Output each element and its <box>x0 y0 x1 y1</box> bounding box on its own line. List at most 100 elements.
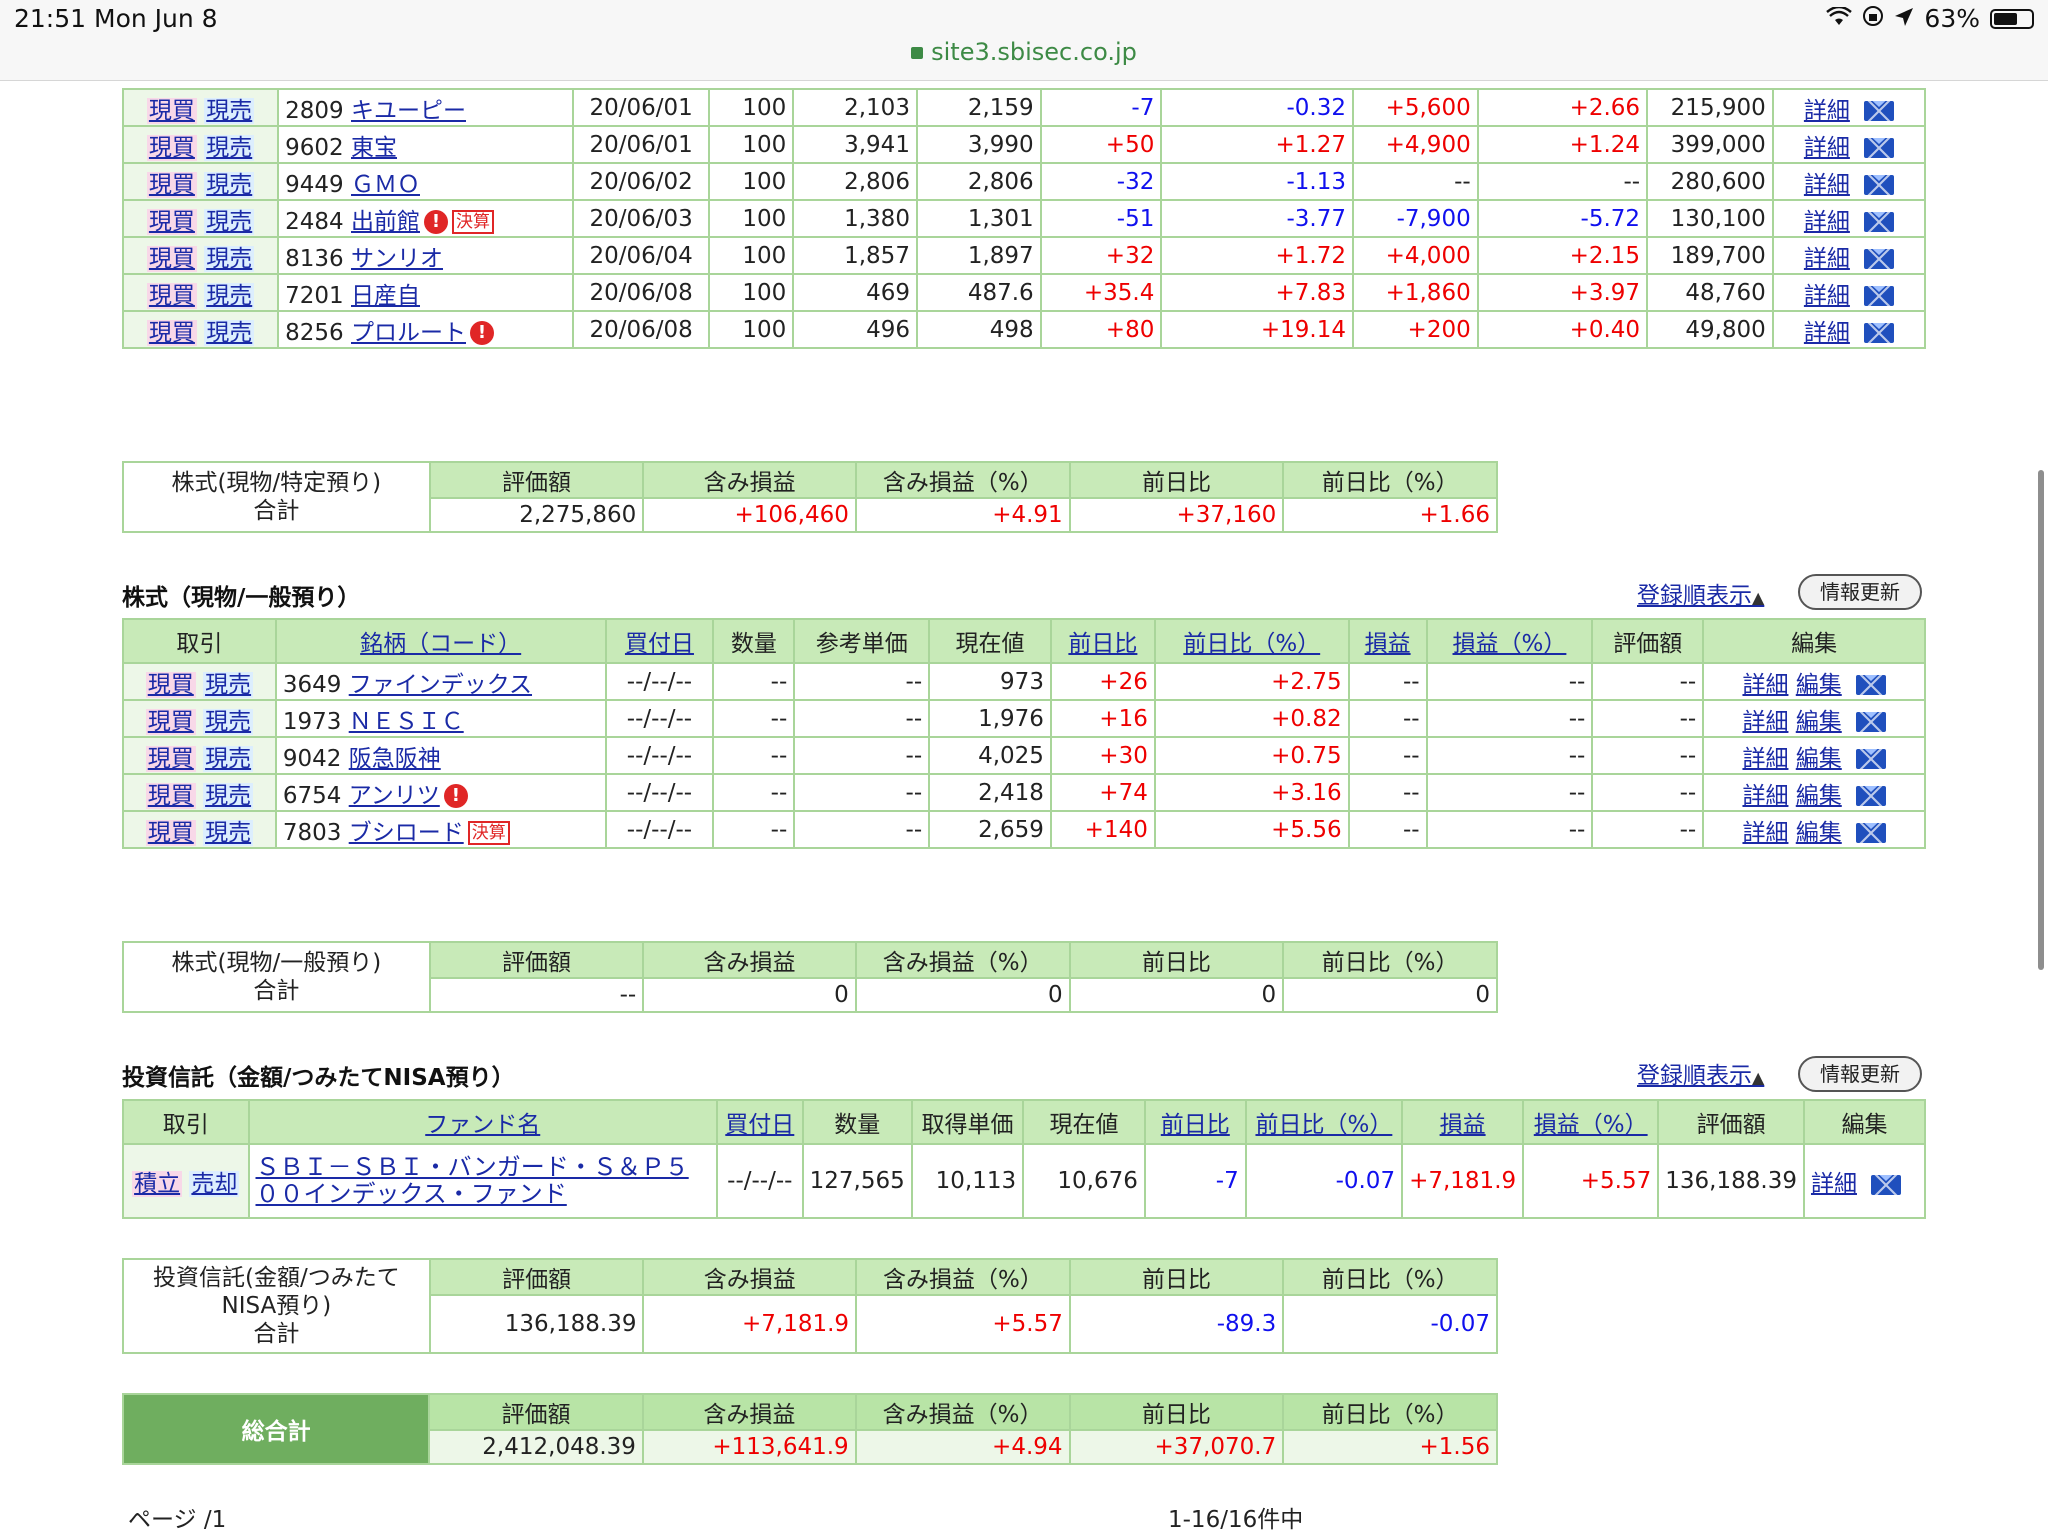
stock-name-link[interactable]: ファインデックス <box>349 672 532 698</box>
sort-order-link[interactable]: 登録順表示▲ <box>1637 576 1764 610</box>
column-header[interactable]: 前日比 <box>1049 618 1156 664</box>
detail-link[interactable]: 詳細 <box>1804 283 1850 309</box>
edit-link[interactable]: 編集 <box>1796 709 1842 735</box>
detail-link[interactable]: 詳細 <box>1804 320 1850 346</box>
buy-link[interactable]: 現買 <box>145 708 196 735</box>
mail-icon[interactable] <box>1863 175 1894 195</box>
refresh-button[interactable]: 情報更新 <box>1798 1056 1922 1092</box>
stock-name-link[interactable]: ＧＭＯ <box>351 172 420 198</box>
sort-column-link[interactable]: 前日比 <box>1068 631 1137 657</box>
alert-icon[interactable]: ! <box>424 210 448 234</box>
column-header[interactable]: 損益 <box>1401 1099 1525 1145</box>
stock-name-link[interactable]: ブシロード <box>349 820 464 846</box>
stock-name-link[interactable]: プロルート <box>351 320 466 346</box>
alert-icon[interactable]: ! <box>470 321 494 345</box>
detail-link[interactable]: 詳細 <box>1804 135 1850 161</box>
mail-icon[interactable] <box>1863 101 1894 121</box>
mail-icon[interactable] <box>1863 286 1894 306</box>
accumulate-link[interactable]: 積立 <box>132 1171 183 1197</box>
edit-link[interactable]: 編集 <box>1796 746 1842 772</box>
earnings-badge[interactable]: 決算 <box>452 210 494 234</box>
column-header[interactable]: ファンド名 <box>247 1099 718 1145</box>
sell-link[interactable]: 現売 <box>203 782 254 809</box>
sell-link[interactable]: 現売 <box>204 245 255 272</box>
sort-column-link[interactable]: 銘柄（コード） <box>360 631 521 657</box>
detail-link[interactable]: 詳細 <box>1742 820 1788 846</box>
detail-link[interactable]: 詳細 <box>1742 783 1788 809</box>
mail-icon[interactable] <box>1855 675 1886 695</box>
fund-name-link[interactable]: ＳＢＩ－ＳＢＩ・バンガード・Ｓ＆Ｐ５ ００インデックス・ファンド <box>256 1153 689 1208</box>
buy-link[interactable]: 現買 <box>145 671 196 698</box>
mail-icon[interactable] <box>1863 212 1894 232</box>
buy-link[interactable]: 現買 <box>146 319 197 346</box>
mail-icon[interactable] <box>1855 749 1886 769</box>
column-header[interactable]: 買付日 <box>604 618 715 664</box>
sell-link[interactable]: 現売 <box>204 134 255 161</box>
stock-name-link[interactable]: 阪急阪神 <box>349 746 441 772</box>
edit-link[interactable]: 編集 <box>1796 820 1842 846</box>
sell-link[interactable]: 現売 <box>204 171 255 198</box>
buy-link[interactable]: 現買 <box>146 245 197 272</box>
mail-icon[interactable] <box>1855 786 1886 806</box>
mail-icon[interactable] <box>1863 138 1894 158</box>
earnings-badge[interactable]: 決算 <box>467 821 510 845</box>
detail-link[interactable]: 詳細 <box>1742 672 1788 698</box>
detail-link[interactable]: 詳細 <box>1811 1171 1857 1197</box>
buy-link[interactable]: 現買 <box>145 745 196 772</box>
mail-icon[interactable] <box>1863 249 1894 269</box>
sell-link[interactable]: 現売 <box>204 208 255 235</box>
column-header[interactable]: 前日比（%） <box>1244 1099 1404 1145</box>
column-header[interactable]: 損益（%） <box>1522 1099 1660 1145</box>
stock-name-link[interactable]: アンリツ <box>349 783 440 809</box>
buy-link[interactable]: 現買 <box>145 819 196 846</box>
detail-link[interactable]: 詳細 <box>1804 172 1850 198</box>
sell-link[interactable]: 現売 <box>203 671 254 698</box>
detail-link[interactable]: 詳細 <box>1804 246 1850 272</box>
sort-column-link[interactable]: 買付日 <box>625 631 694 657</box>
stock-name-link[interactable]: サンリオ <box>351 246 443 272</box>
column-header[interactable]: 損益（%） <box>1425 618 1594 664</box>
detail-link[interactable]: 詳細 <box>1804 209 1850 235</box>
sort-column-link[interactable]: 前日比（%） <box>1255 1112 1392 1138</box>
sort-column-link[interactable]: 損益（%） <box>1453 631 1567 657</box>
column-header[interactable]: 銘柄（コード） <box>274 618 607 664</box>
mail-icon[interactable] <box>1870 1174 1901 1195</box>
stock-name-link[interactable]: 出前館 <box>351 209 420 235</box>
stock-name-link[interactable]: キユーピー <box>351 98 466 124</box>
buy-link[interactable]: 現買 <box>146 171 197 198</box>
sort-column-link[interactable]: 前日比（%） <box>1183 631 1320 657</box>
sort-column-link[interactable]: ファンド名 <box>425 1112 540 1138</box>
stock-name-link[interactable]: 日産自 <box>351 283 420 309</box>
stock-name-link[interactable]: ＮＥＳＩＣ <box>349 709 464 735</box>
buy-link[interactable]: 現買 <box>146 208 197 235</box>
column-header[interactable]: 前日比 <box>1143 1099 1247 1145</box>
detail-link[interactable]: 詳細 <box>1804 98 1850 124</box>
mail-icon[interactable] <box>1855 823 1886 843</box>
column-header[interactable]: 買付日 <box>715 1099 804 1145</box>
detail-link[interactable]: 詳細 <box>1742 709 1788 735</box>
sell-link[interactable]: 現売 <box>203 819 254 846</box>
column-header[interactable]: 損益 <box>1347 618 1428 664</box>
url-bar[interactable]: site3.sbisec.co.jp <box>0 38 2048 66</box>
column-header[interactable]: 前日比（%） <box>1153 618 1350 664</box>
edit-link[interactable]: 編集 <box>1796 783 1842 809</box>
sell-link[interactable]: 現売 <box>204 97 255 124</box>
scroll-indicator[interactable] <box>2038 470 2044 970</box>
sell-link[interactable]: 現売 <box>204 282 255 309</box>
stock-name-link[interactable]: 東宝 <box>351 135 397 161</box>
sort-column-link[interactable]: 損益（%） <box>1534 1112 1648 1138</box>
buy-link[interactable]: 現買 <box>146 134 197 161</box>
sort-column-link[interactable]: 損益 <box>1440 1112 1486 1138</box>
edit-link[interactable]: 編集 <box>1796 672 1842 698</box>
redeem-link[interactable]: 売却 <box>189 1171 240 1197</box>
sell-link[interactable]: 現売 <box>203 708 254 735</box>
detail-link[interactable]: 詳細 <box>1742 746 1788 772</box>
buy-link[interactable]: 現買 <box>145 782 196 809</box>
sell-link[interactable]: 現売 <box>204 319 255 346</box>
alert-icon[interactable]: ! <box>443 784 468 808</box>
mail-icon[interactable] <box>1863 323 1894 343</box>
sell-link[interactable]: 現売 <box>203 745 254 772</box>
sort-column-link[interactable]: 買付日 <box>725 1112 794 1138</box>
refresh-button[interactable]: 情報更新 <box>1798 574 1922 610</box>
sort-order-link[interactable]: 登録順表示▲ <box>1637 1056 1764 1090</box>
